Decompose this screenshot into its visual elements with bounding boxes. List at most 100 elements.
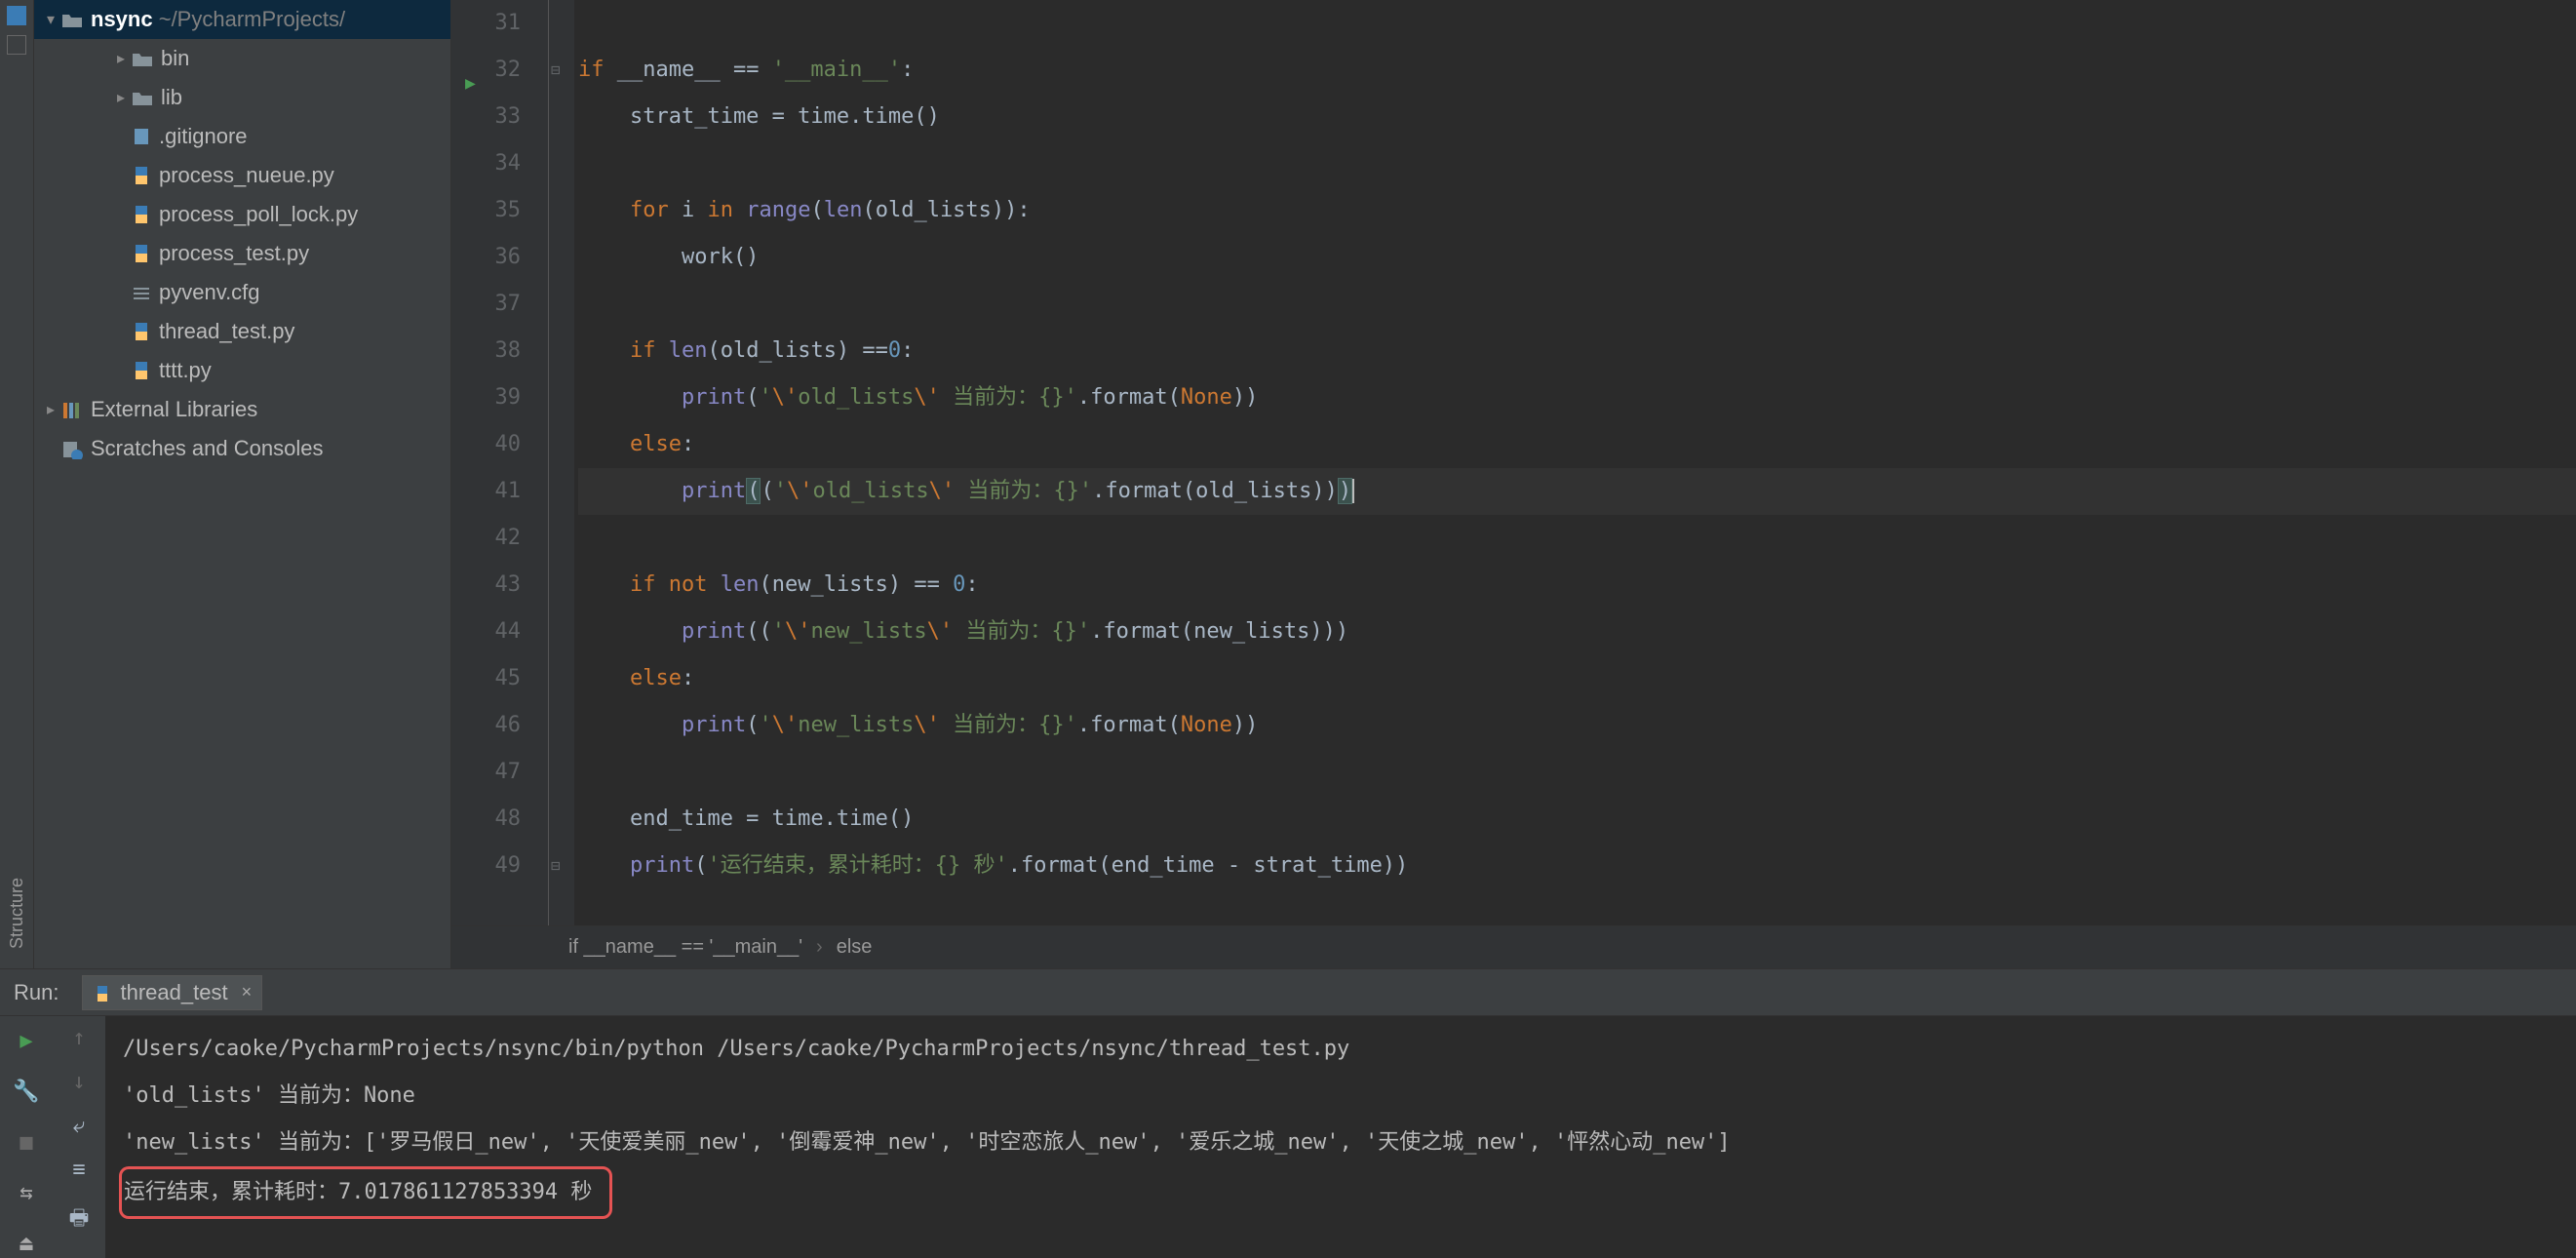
code-line[interactable]: [578, 140, 2576, 187]
tree-item[interactable]: ▸process_nueue.py: [34, 156, 450, 195]
console-line: 运行结束，累计耗时：7.017861127853394 秒: [123, 1166, 2558, 1219]
tree-item[interactable]: ▸pyvenv.cfg: [34, 273, 450, 312]
exit-icon[interactable]: ⏏: [12, 1229, 41, 1258]
code-line[interactable]: if __name__ == '__main__':: [578, 47, 2576, 94]
chevron-right-icon: ›: [816, 936, 823, 959]
code-line[interactable]: for i in range(len(old_lists)):: [578, 187, 2576, 234]
scratches-icon: [61, 436, 83, 461]
project-name: nsync: [91, 7, 153, 32]
code-line[interactable]: if len(old_lists) ==0:: [578, 328, 2576, 374]
run-toolbar-right: ↑ ↓ ⤶ ≡ 🖶: [53, 1016, 105, 1258]
chevron-right-icon[interactable]: ▸: [110, 88, 132, 107]
tree-item-label: tttt.py: [159, 358, 212, 383]
tree-item[interactable]: ▸process_poll_lock.py: [34, 195, 450, 234]
run-panel: Run: thread_test × ▶ 🔧 ■ ⇆ ⏏ ↑ ↓ ⤶ ≡ 🖶 /…: [0, 968, 2576, 1258]
tree-item[interactable]: ▸process_test.py: [34, 234, 450, 273]
console-line: 'new_lists' 当前为：['罗马假日_new', '天使爱美丽_new'…: [123, 1120, 2558, 1166]
tree-item-label: process_poll_lock.py: [159, 202, 358, 227]
run-panel-header: Run: thread_test ×: [0, 969, 2576, 1016]
run-tab-label: thread_test: [120, 980, 227, 1005]
code-line[interactable]: [578, 281, 2576, 328]
tool-icon[interactable]: [7, 35, 26, 55]
python-icon: [93, 980, 112, 1005]
python-file-icon: [132, 244, 151, 263]
tree-item[interactable]: ▸tttt.py: [34, 351, 450, 390]
console-output[interactable]: /Users/caoke/PycharmProjects/nsync/bin/p…: [105, 1016, 2576, 1258]
tree-item-label: .gitignore: [159, 124, 248, 149]
layout-icon[interactable]: ⇆: [12, 1178, 41, 1207]
code-line[interactable]: end_time = time.time(): [578, 796, 2576, 843]
code-line[interactable]: print('\'new_lists\' 当前为：{}'.format(None…: [578, 702, 2576, 749]
up-icon[interactable]: ↑: [72, 1026, 85, 1050]
structure-tool-label[interactable]: Structure: [7, 878, 27, 949]
code-line[interactable]: [578, 515, 2576, 562]
tree-item[interactable]: ▸ lib: [34, 78, 450, 117]
gitignore-file-icon: [132, 127, 151, 146]
run-toolbar-left: ▶ 🔧 ■ ⇆ ⏏: [0, 1016, 53, 1258]
fold-column[interactable]: ⊟⊟: [549, 0, 574, 925]
stop-icon[interactable]: ■: [12, 1127, 41, 1157]
scratches-and-consoles[interactable]: ▸ Scratches and Consoles: [34, 429, 450, 468]
wrench-icon[interactable]: 🔧: [12, 1077, 41, 1106]
code-line[interactable]: print(('\'old_lists\' 当前为：{}'.format(old…: [578, 468, 2576, 515]
project-root[interactable]: ▾ nsync ~/PycharmProjects/: [34, 0, 450, 39]
code-line[interactable]: else:: [578, 655, 2576, 702]
code-line[interactable]: [578, 749, 2576, 796]
line-number-gutter[interactable]: 31▶323334353637383940414243444546474849: [451, 0, 549, 925]
close-icon[interactable]: ×: [242, 982, 253, 1002]
console-line: /Users/caoke/PycharmProjects/nsync/bin/p…: [123, 1026, 2558, 1073]
external-libraries-label: External Libraries: [91, 397, 257, 422]
tree-item-label: bin: [161, 46, 189, 71]
scratches-label: Scratches and Consoles: [91, 436, 323, 461]
python-file-icon: [132, 205, 151, 224]
breadcrumb[interactable]: if __name__ == '__main__' › else: [451, 925, 2576, 968]
code-line[interactable]: print('运行结束，累计耗时：{} 秒'.format(end_time -…: [578, 843, 2576, 889]
code-line[interactable]: print('\'old_lists\' 当前为：{}'.format(None…: [578, 374, 2576, 421]
print-icon[interactable]: 🖶: [69, 1201, 90, 1238]
fold-icon[interactable]: ⊟: [551, 60, 561, 79]
chevron-down-icon[interactable]: ▾: [40, 10, 61, 29]
chevron-right-icon[interactable]: ▸: [110, 49, 132, 68]
folder-icon: [61, 7, 83, 32]
code-line[interactable]: strat_time = time.time(): [578, 94, 2576, 140]
python-file-icon: [132, 361, 151, 380]
down-icon[interactable]: ↓: [72, 1070, 85, 1094]
run-line-icon[interactable]: ▶: [465, 60, 476, 107]
tree-item-label: thread_test.py: [159, 319, 294, 344]
tree-item[interactable]: ▸thread_test.py: [34, 312, 450, 351]
project-tool-icon[interactable]: [7, 6, 26, 25]
code-line[interactable]: if not len(new_lists) == 0:: [578, 562, 2576, 609]
tree-item[interactable]: ▸.gitignore: [34, 117, 450, 156]
run-tab[interactable]: thread_test ×: [82, 975, 262, 1010]
code-line[interactable]: work(): [578, 234, 2576, 281]
fold-icon[interactable]: ⊟: [551, 856, 561, 875]
code-line[interactable]: print(('\'new_lists\' 当前为：{}'.format(new…: [578, 609, 2576, 655]
external-libraries[interactable]: ▸ External Libraries: [34, 390, 450, 429]
library-icon: [61, 397, 83, 422]
folder-icon: [132, 46, 153, 71]
breadcrumb-item[interactable]: if __name__ == '__main__': [568, 936, 802, 959]
soft-wrap-icon[interactable]: ⤶: [73, 1114, 85, 1138]
breadcrumb-item[interactable]: else: [837, 936, 873, 959]
code-line[interactable]: [578, 0, 2576, 47]
run-label: Run:: [14, 980, 59, 1005]
tree-item[interactable]: ▸ bin: [34, 39, 450, 78]
chevron-right-icon[interactable]: ▸: [40, 400, 61, 419]
left-tool-stripe: Structure: [0, 0, 34, 968]
tree-item-label: process_test.py: [159, 241, 309, 266]
project-tree[interactable]: ▾ nsync ~/PycharmProjects/ ▸bin▸lib▸.git…: [34, 0, 450, 468]
console-line: 'old_lists' 当前为：None: [123, 1073, 2558, 1120]
python-file-icon: [132, 322, 151, 341]
code-line[interactable]: else:: [578, 421, 2576, 468]
editor-area: 31▶323334353637383940414243444546474849 …: [451, 0, 2576, 968]
tree-item-label: process_nueue.py: [159, 163, 334, 188]
config-file-icon: [132, 280, 151, 305]
project-path: ~/PycharmProjects/: [159, 7, 345, 32]
python-file-icon: [132, 166, 151, 185]
tree-item-label: lib: [161, 85, 182, 110]
folder-icon: [132, 85, 153, 110]
project-sidebar: ▾ nsync ~/PycharmProjects/ ▸bin▸lib▸.git…: [34, 0, 451, 968]
code-editor[interactable]: if __name__ == '__main__': strat_time = …: [574, 0, 2576, 925]
rerun-icon[interactable]: ▶: [12, 1026, 41, 1055]
scroll-icon[interactable]: ≡: [72, 1158, 85, 1182]
